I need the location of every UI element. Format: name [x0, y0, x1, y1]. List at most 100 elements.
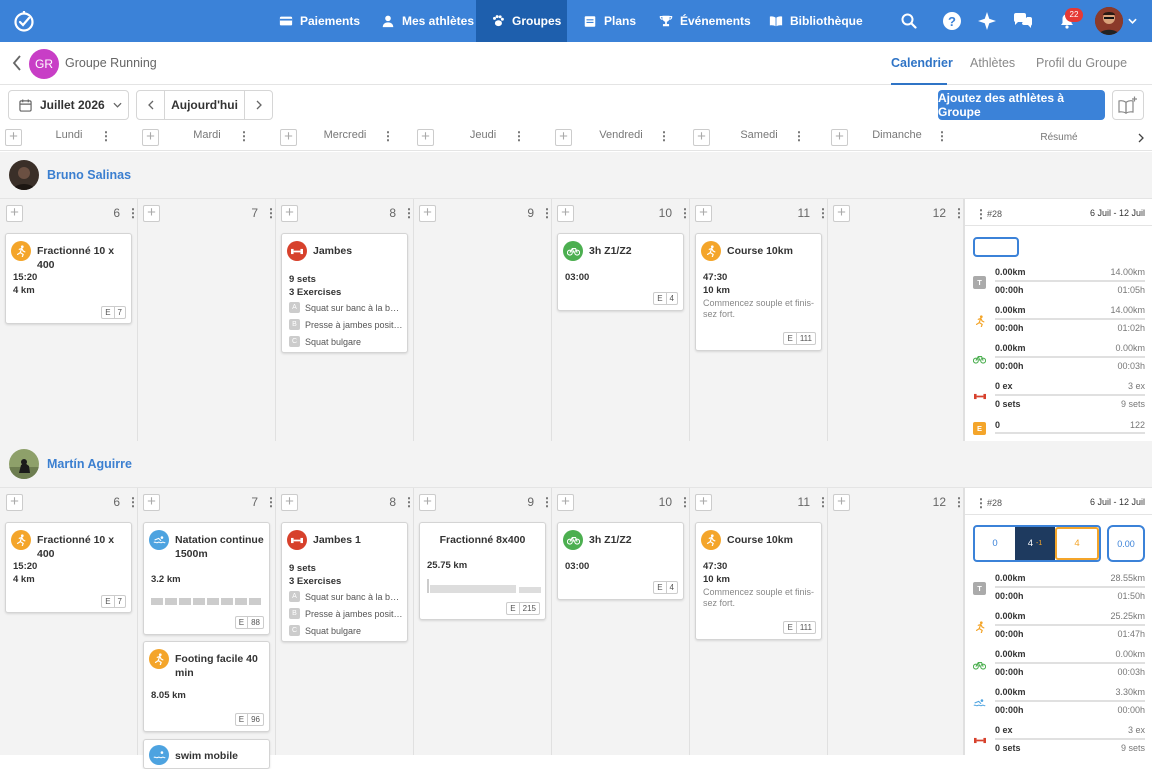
add-workout-icon[interactable]: +: [557, 494, 574, 511]
kebab-menu-icon[interactable]: ⋮: [953, 496, 965, 508]
athlete-name[interactable]: Bruno Salinas: [47, 168, 131, 182]
credit-card-icon: [279, 16, 293, 26]
kebab-menu-icon[interactable]: ⋮: [100, 130, 112, 142]
add-workout-icon[interactable]: +: [281, 494, 298, 511]
kebab-menu-icon[interactable]: ⋮: [817, 207, 829, 219]
kebab-menu-icon[interactable]: ⋮: [238, 130, 250, 142]
add-workout-icon[interactable]: +: [557, 205, 574, 222]
dumbbell-icon: [287, 530, 307, 550]
chevron-down-icon[interactable]: [1125, 11, 1139, 31]
kebab-menu-icon[interactable]: ⋮: [127, 207, 139, 219]
nav-bibliotheque[interactable]: Bibliothèque: [769, 0, 863, 42]
kebab-menu-icon[interactable]: ⋮: [679, 207, 691, 219]
add-workout-icon[interactable]: +: [6, 494, 23, 511]
kebab-menu-icon[interactable]: ⋮: [265, 207, 277, 219]
prev-week-button[interactable]: [137, 91, 165, 119]
add-workout-icon[interactable]: +: [695, 494, 712, 511]
chevron-right-icon[interactable]: [1138, 133, 1144, 146]
kebab-menu-icon[interactable]: ⋮: [513, 130, 525, 142]
workout-card[interactable]: Jambes 1 9 sets 3 Exercises A Squat sur b…: [281, 522, 408, 642]
workout-card[interactable]: 3h Z1/Z2 03:00 E4: [557, 522, 684, 600]
next-week-button[interactable]: [244, 91, 272, 119]
sparkle-icon[interactable]: [977, 11, 997, 31]
add-workout-icon[interactable]: +: [143, 205, 160, 222]
kebab-menu-icon[interactable]: ⋮: [127, 496, 139, 508]
nav-paiements[interactable]: Paiements: [279, 0, 360, 42]
chat-icon[interactable]: [1013, 11, 1033, 31]
user-avatar[interactable]: [1095, 7, 1123, 35]
back-arrow-icon[interactable]: [12, 54, 26, 72]
kebab-menu-icon[interactable]: ⋮: [975, 208, 987, 220]
workout-card[interactable]: Footing facile 40 min 8.05 km E 96: [143, 641, 270, 732]
workout-card[interactable]: Jambes 9 sets 3 Exercises A Squat sur ban…: [281, 233, 408, 353]
kebab-menu-icon[interactable]: ⋮: [382, 130, 394, 142]
workout-title: Fractionné 8x400: [439, 534, 526, 546]
nav-mes-athletes[interactable]: Mes athlètes: [381, 0, 474, 42]
add-workout-icon[interactable]: +: [833, 494, 850, 511]
add-workout-icon[interactable]: +: [6, 205, 23, 222]
add-athletes-button[interactable]: Ajoutez des athlètes à Groupe: [938, 90, 1105, 120]
kebab-menu-icon[interactable]: ⋮: [817, 496, 829, 508]
workout-card[interactable]: Natation continue 1500m 3.2 km E 88: [143, 522, 270, 635]
workout-card[interactable]: 3h Z1/Z2 03:00 E4: [557, 233, 684, 311]
kebab-menu-icon[interactable]: ⋮: [975, 497, 987, 509]
athlete-avatar[interactable]: [9, 160, 39, 190]
day-header-mardi: + Mardi ⋮: [138, 125, 276, 151]
month-selector[interactable]: Juillet 2026: [8, 90, 129, 120]
workout-card[interactable]: Fractionné 10 x 400 15:20 4 km E7: [5, 522, 132, 613]
add-workout-icon[interactable]: +: [419, 205, 436, 222]
athlete-name[interactable]: Martín Aguirre: [47, 457, 132, 471]
day-cell: +8 ⋮ Jambes 9 sets 3 Exercises A Squat sur…: [276, 199, 415, 441]
nav-groupes[interactable]: Groupes: [476, 0, 567, 42]
kebab-menu-icon[interactable]: ⋮: [936, 130, 948, 142]
athlete-avatar[interactable]: [9, 449, 39, 479]
kebab-menu-icon[interactable]: ⋮: [541, 207, 553, 219]
tab-calendrier[interactable]: Calendrier: [891, 56, 953, 70]
add-workout-icon[interactable]: +: [143, 494, 160, 511]
swim-icon: [973, 696, 986, 709]
nav-plans[interactable]: Plans: [583, 0, 636, 42]
today-button[interactable]: Aujourd'hui: [165, 91, 244, 119]
app-logo-icon[interactable]: [12, 9, 36, 33]
run-icon: [701, 241, 721, 261]
energy-icon: E: [973, 422, 986, 435]
workout-title: Course 10km: [727, 534, 793, 546]
day-cell: +7 ⋮: [138, 199, 277, 441]
score-pill[interactable]: 0.00: [1107, 525, 1145, 562]
workout-exercise-count: 3 Exercises: [289, 287, 342, 298]
add-workout-icon[interactable]: +: [833, 205, 850, 222]
workout-card[interactable]: Fractionné 8x400 25.75 km E 215: [419, 522, 546, 620]
compliance-box[interactable]: [973, 237, 1019, 257]
kebab-menu-icon[interactable]: ⋮: [265, 496, 277, 508]
kebab-menu-icon[interactable]: ⋮: [679, 496, 691, 508]
run-icon: [701, 530, 721, 550]
swim-icon: [149, 530, 169, 550]
kebab-menu-icon[interactable]: ⋮: [953, 207, 965, 219]
workout-title: 3h Z1/Z2: [589, 245, 632, 257]
tab-profil-du-groupe[interactable]: Profil du Groupe: [1036, 56, 1127, 70]
library-panel-button[interactable]: [1112, 90, 1144, 120]
tab-athletes[interactable]: Athlètes: [970, 56, 1015, 70]
kebab-menu-icon[interactable]: ⋮: [541, 496, 553, 508]
kebab-menu-icon[interactable]: ⋮: [403, 207, 415, 219]
workout-card[interactable]: Fractionné 10 x 400 15:20 4 km E7: [5, 233, 132, 324]
energy-tag: E4: [653, 292, 678, 305]
search-icon[interactable]: [899, 11, 919, 31]
compliance-segments[interactable]: 0 4 -1 4: [973, 525, 1101, 562]
exercise-item: B Presse à jambes position: [289, 608, 404, 619]
help-icon[interactable]: ?: [943, 12, 961, 30]
kebab-menu-icon[interactable]: ⋮: [403, 496, 415, 508]
workout-card[interactable]: swim mobile: [143, 739, 270, 769]
workout-card[interactable]: Course 10km 47:30 10 km Commencez souple…: [695, 522, 822, 640]
kebab-menu-icon[interactable]: ⋮: [658, 130, 670, 142]
nav-evenements[interactable]: Événements: [659, 0, 751, 42]
calendar-icon: [584, 16, 596, 27]
add-workout-icon[interactable]: +: [419, 494, 436, 511]
workout-card[interactable]: Course 10km 47:30 10 km Commencez souple…: [695, 233, 822, 351]
workout-sets: 9 sets: [289, 563, 316, 574]
run-icon: [973, 620, 986, 633]
workout-duration: 15:20: [13, 561, 38, 572]
kebab-menu-icon[interactable]: ⋮: [793, 130, 805, 142]
add-workout-icon[interactable]: +: [281, 205, 298, 222]
add-workout-icon[interactable]: +: [695, 205, 712, 222]
